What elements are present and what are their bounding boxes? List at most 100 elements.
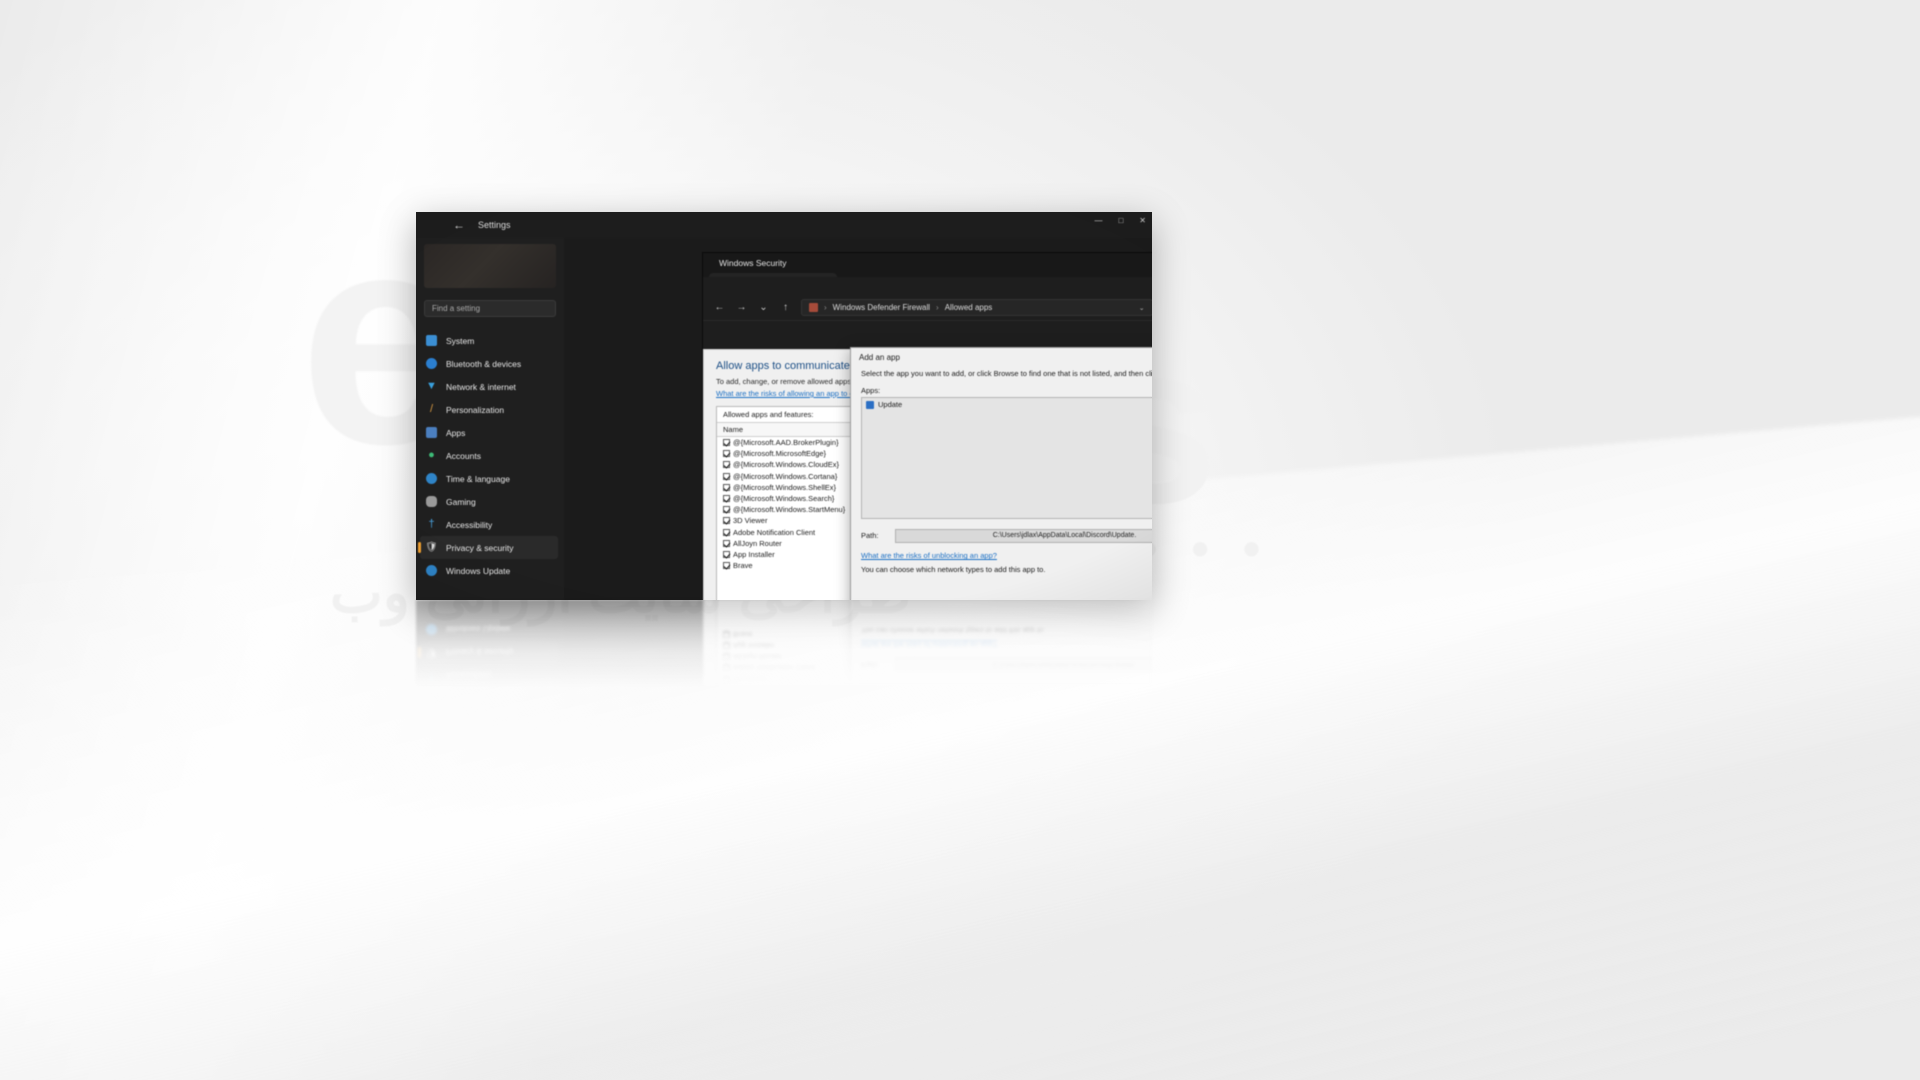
- sidebar-item-accounts[interactable]: ● Accounts: [416, 444, 564, 467]
- row-checkbox[interactable]: [723, 539, 730, 547]
- settings-titlebar: back-arrow-icon ← Settings — □ ✕: [416, 212, 1152, 238]
- sidebar-item-label: Bluetooth & devices: [446, 358, 522, 369]
- settings-title: Settings: [478, 220, 511, 230]
- settings-main-pane: Windows Security Allowed apps — □ ✕: [564, 238, 1152, 600]
- row-checkbox[interactable]: [723, 461, 730, 469]
- app-icon: [866, 400, 874, 409]
- firewall-titlebar: — □ ✕: [703, 277, 1152, 295]
- accessibility-icon: †: [428, 518, 435, 530]
- gamepad-icon: [426, 496, 437, 507]
- firewall-shield-icon: [809, 303, 818, 312]
- address-bar[interactable]: › Windows Defender Firewall › Allowed ap…: [801, 299, 1152, 316]
- back-icon[interactable]: ←: [713, 301, 726, 314]
- row-name: @{Microsoft.AAD.BrokerPlugin}: [733, 438, 839, 448]
- sidebar-item-label: Windows Update: [446, 565, 511, 576]
- breadcrumb-sep-1: ›: [936, 303, 939, 312]
- sidebar-item-privacy-security[interactable]: 🛡 Privacy & security: [418, 536, 558, 559]
- maximize-icon[interactable]: □: [1118, 216, 1123, 225]
- unblocking-risks-link[interactable]: What are the risks of unblocking an app?: [861, 551, 1152, 560]
- person-icon: ●: [428, 449, 435, 461]
- list-item-label: Update: [878, 400, 903, 410]
- sidebar-item-network-internet[interactable]: ▼ Network & internet: [416, 375, 564, 398]
- row-checkbox[interactable]: [723, 562, 730, 570]
- shield-icon: 🛡: [425, 541, 438, 553]
- back-arrow-glyph[interactable]: ←: [452, 218, 466, 232]
- path-row: Path: C:\Users\jdlax\AppData\Local\Disco…: [861, 528, 1152, 543]
- wifi-icon: ▼: [426, 380, 437, 392]
- row-checkbox[interactable]: [723, 528, 730, 536]
- breadcrumb-sep-0: ›: [824, 303, 827, 312]
- apps-listbox[interactable]: Update: [861, 397, 1152, 520]
- minimize-icon[interactable]: —: [1094, 216, 1102, 225]
- row-name: @{Microsoft.Windows.CloudEx}: [733, 460, 839, 470]
- update-icon: [426, 565, 437, 576]
- row-name: 3D Viewer: [733, 516, 768, 526]
- breadcrumb-item-firewall[interactable]: Windows Defender Firewall: [833, 303, 930, 312]
- sidebar-item-system[interactable]: System: [416, 329, 564, 352]
- sidebar-item-apps[interactable]: Apps: [416, 421, 564, 444]
- path-label: Path:: [861, 531, 879, 541]
- apps-label: Apps:: [861, 386, 881, 396]
- sidebar-item-label: Gaming: [446, 496, 476, 507]
- row-name: @{Microsoft.Windows.Cortana}: [733, 471, 838, 481]
- back-arrow-icon[interactable]: back-arrow-icon: [426, 218, 440, 232]
- add-an-app-dialog: Add an app ✕ Select the app you want to …: [850, 347, 1152, 600]
- path-field: C:\Users\jdlax\AppData\Local\Discord\Upd…: [895, 528, 1152, 543]
- sidebar-item-label: Network & internet: [446, 381, 516, 392]
- dialog-instruction: Select the app you want to add, or click…: [861, 369, 1152, 378]
- row-name: App Installer: [733, 549, 775, 559]
- close-icon[interactable]: ✕: [1139, 216, 1146, 225]
- dialog-titlebar: Add an app ✕: [851, 348, 1152, 367]
- breadcrumb-item-allowed-apps[interactable]: Allowed apps: [945, 303, 993, 312]
- sidebar-item-bluetooth-devices[interactable]: Bluetooth & devices: [416, 352, 564, 375]
- search-input[interactable]: Find a setting: [424, 300, 556, 317]
- list-item[interactable]: Update: [862, 398, 1152, 411]
- sidebar-item-label: System: [446, 335, 475, 346]
- firewall-window: — □ ✕ ← → ⌄ ↑ ›: [703, 277, 1152, 600]
- sidebar-item-time-language[interactable]: Time & language: [416, 467, 564, 490]
- firewall-toolbar: ← → ⌄ ↑ › Windows Defender Firewall › Al…: [703, 295, 1152, 321]
- row-name: Adobe Notification Client: [733, 527, 816, 537]
- row-checkbox[interactable]: [723, 517, 730, 525]
- row-name: @{Microsoft.Windows.ShellEx}: [733, 482, 837, 492]
- selection-indicator: [418, 542, 421, 553]
- forward-icon[interactable]: →: [735, 301, 748, 314]
- watermark-dots: • • •: [1140, 521, 1271, 577]
- sidebar-item-label: Accessibility: [446, 519, 493, 530]
- sidebar-item-accessibility[interactable]: † Accessibility: [416, 513, 564, 536]
- row-checkbox[interactable]: [723, 550, 730, 558]
- row-checkbox[interactable]: [723, 506, 730, 514]
- apps-grid-icon: [426, 427, 437, 438]
- row-checkbox[interactable]: [723, 483, 730, 491]
- up-icon[interactable]: ↑: [779, 301, 792, 314]
- sidebar-item-label: Personalization: [446, 404, 505, 415]
- row-name: @{Microsoft.Windows.Search}: [733, 494, 835, 504]
- sidebar-item-personalization[interactable]: / Personalization: [416, 398, 564, 421]
- dialog-title: Add an app: [859, 353, 900, 362]
- row-name: Brave: [733, 561, 753, 571]
- windows-security-window: Windows Security Allowed apps — □ ✕: [702, 252, 1152, 600]
- row-checkbox[interactable]: [723, 450, 730, 458]
- row-name: @{Microsoft.MicrosoftEdge}: [733, 449, 827, 459]
- settings-sidebar: Find a setting System Bluetooth & devices…: [416, 238, 564, 600]
- row-checkbox[interactable]: [723, 495, 730, 503]
- row-checkbox[interactable]: [723, 472, 730, 480]
- recent-locations-icon[interactable]: ⌄: [757, 301, 770, 314]
- sidebar-item-label: Time & language: [446, 473, 510, 484]
- sidebar-item-label: Privacy & security: [446, 542, 514, 553]
- settings-body: Find a setting System Bluetooth & devices…: [416, 238, 1152, 600]
- bluetooth-icon: [426, 358, 437, 369]
- account-card[interactable]: [424, 244, 556, 288]
- sidebar-item-gaming[interactable]: Gaming: [416, 490, 564, 513]
- clock-globe-icon: [426, 473, 437, 484]
- monitor-icon: [426, 335, 437, 346]
- sidebar-item-label: Apps: [446, 427, 466, 438]
- row-name: AllJoyn Router: [733, 538, 782, 548]
- chevron-down-icon[interactable]: ⌄: [1139, 304, 1145, 312]
- row-name: @{Microsoft.Windows.StartMenu}: [733, 505, 846, 515]
- sidebar-item-label: Accounts: [446, 450, 481, 461]
- row-checkbox[interactable]: [723, 439, 730, 447]
- security-window-title: Windows Security: [719, 258, 787, 268]
- sidebar-item-windows-update[interactable]: Windows Update: [416, 559, 564, 582]
- screenshot-card: back-arrow-icon ← Settings — □ ✕ Find a …: [416, 212, 1152, 600]
